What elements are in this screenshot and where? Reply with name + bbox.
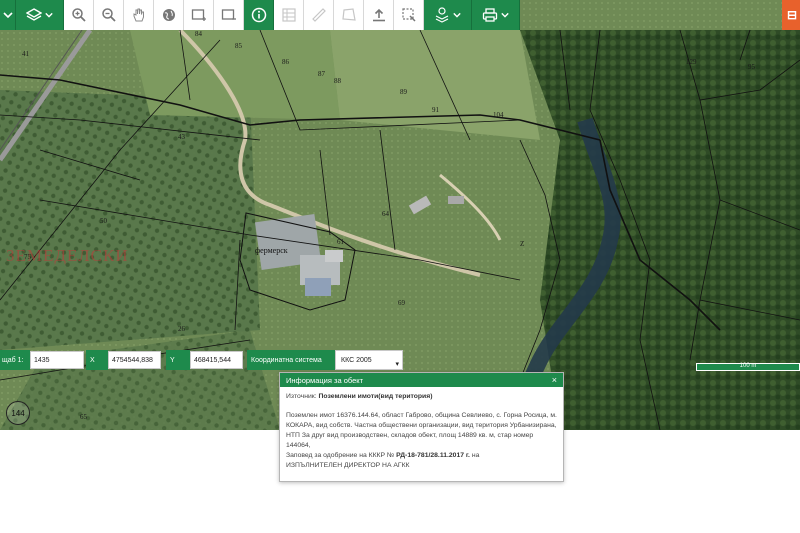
- plot-number: 89: [400, 88, 407, 96]
- zoom-box-out-icon: [221, 9, 236, 20]
- popup-header: Информация за обект ×: [280, 373, 563, 387]
- measure-area-button[interactable]: [334, 0, 364, 30]
- measure-distance-button[interactable]: [304, 0, 334, 30]
- popup-title: Информация за обект: [286, 375, 364, 385]
- scale-bar: 100 m: [696, 363, 800, 371]
- print-icon: [482, 8, 498, 22]
- y-coordinate-input[interactable]: 468415,544: [190, 351, 243, 369]
- plot-number: 64: [382, 210, 389, 218]
- plot-number: 95: [748, 63, 755, 71]
- plot-number: 91: [432, 106, 439, 114]
- plot-number: 86: [282, 58, 289, 66]
- plot-number: 88: [334, 77, 341, 85]
- order-number: РД-18-781/28.11.2017 г.: [396, 452, 470, 459]
- info-layers-button[interactable]: [424, 0, 472, 30]
- building-label: фермерск: [255, 246, 288, 255]
- layers-button[interactable]: [16, 0, 64, 30]
- map-toolbar: [0, 0, 520, 30]
- info-layers-icon: [435, 7, 449, 23]
- zoom-out-button[interactable]: [94, 0, 124, 30]
- close-icon[interactable]: ×: [552, 375, 557, 385]
- plot-number: 129: [686, 58, 697, 66]
- scale-input[interactable]: 1435: [30, 351, 84, 369]
- coordinate-bar: щаб 1: 1435 X 4754544,838 Y 468415,544 К…: [0, 350, 403, 370]
- full-extent-button[interactable]: [154, 0, 184, 30]
- approval-order: Заповед за одобрение на КККР № РД-18-781…: [286, 451, 557, 461]
- x-label: X: [86, 350, 108, 370]
- source-label: Източник:: [286, 393, 317, 400]
- zoom-in-icon: [71, 8, 86, 22]
- plot-number: 41: [22, 50, 29, 58]
- feature-info-popup: Информация за обект × Източник: Поземлен…: [279, 372, 564, 482]
- chevron-down-icon: [45, 12, 53, 18]
- popup-body: Източник: Поземлени имоти(вид територия)…: [280, 387, 563, 476]
- plot-number: 50: [100, 217, 107, 225]
- plot-number: 85: [235, 42, 242, 50]
- order-suffix: на: [471, 452, 480, 459]
- chevron-down-icon: [453, 12, 461, 18]
- scale-bar-label: 100 m: [739, 363, 757, 369]
- section-number-label: 144: [6, 401, 30, 425]
- x-coordinate-input[interactable]: 4754544,838: [108, 351, 161, 369]
- zoom-box-in-button[interactable]: [184, 0, 214, 30]
- globe-icon: [162, 9, 175, 21]
- upload-icon: [372, 8, 385, 22]
- plot-number: 84: [195, 30, 202, 38]
- plot-number: 87: [318, 70, 325, 78]
- side-menu-button[interactable]: ⊟: [782, 0, 800, 30]
- measure-area-icon: [341, 8, 356, 21]
- print-button[interactable]: [472, 0, 520, 30]
- orange-menu-icon: ⊟: [786, 8, 797, 22]
- table-icon: [281, 8, 296, 22]
- plot-number: 69: [398, 299, 405, 307]
- zoom-box-out-button[interactable]: [214, 0, 244, 30]
- chevron-down-icon: [2, 12, 13, 19]
- order-issuer: ИЗПЪЛНИТЕЛЕН ДИРЕКТОР НА АГКК: [286, 462, 410, 469]
- plot-number: 104: [493, 111, 504, 119]
- identify-button[interactable]: [244, 0, 274, 30]
- chevron-down-icon: [501, 12, 509, 18]
- crs-select-value: ККС 2005: [341, 356, 372, 364]
- source-value: Поземлени имоти(вид територия): [318, 393, 433, 400]
- order-prefix: Заповед за одобрение на КККР №: [286, 452, 395, 459]
- plot-number: 61: [337, 238, 344, 246]
- map-watermark: ЗЕМЕДЕЛСКИ: [6, 246, 129, 265]
- zoom-box-in-icon: [191, 9, 206, 21]
- crs-label: Координатна система: [247, 350, 335, 370]
- plot-number: 26: [178, 325, 185, 333]
- upload-button[interactable]: [364, 0, 394, 30]
- popup-source: Източник: Поземлени имоти(вид територия): [286, 392, 557, 402]
- parcel-description: Поземлен имот 16376.144.64, област Габро…: [286, 412, 557, 449]
- scale-label: щаб 1:: [0, 350, 30, 370]
- chevron-down-icon: ▾: [395, 361, 399, 368]
- info-icon: [251, 7, 266, 23]
- plot-number: Z: [520, 240, 525, 248]
- attribute-table-button[interactable]: [274, 0, 304, 30]
- zoom-out-icon: [101, 8, 116, 22]
- layers-icon: [26, 8, 42, 21]
- pan-button[interactable]: [124, 0, 154, 30]
- pan-hand-icon: [133, 8, 144, 22]
- select-box-button[interactable]: [394, 0, 424, 30]
- y-label: Y: [166, 350, 190, 370]
- plot-number: 65: [80, 413, 87, 421]
- measure-ruler-icon: [311, 8, 326, 22]
- plot-number: 43: [178, 133, 185, 141]
- collapse-button[interactable]: [0, 0, 16, 30]
- crs-select[interactable]: ККС 2005 ▾: [335, 350, 403, 370]
- select-box-icon: [401, 8, 416, 22]
- zoom-in-button[interactable]: [64, 0, 94, 30]
